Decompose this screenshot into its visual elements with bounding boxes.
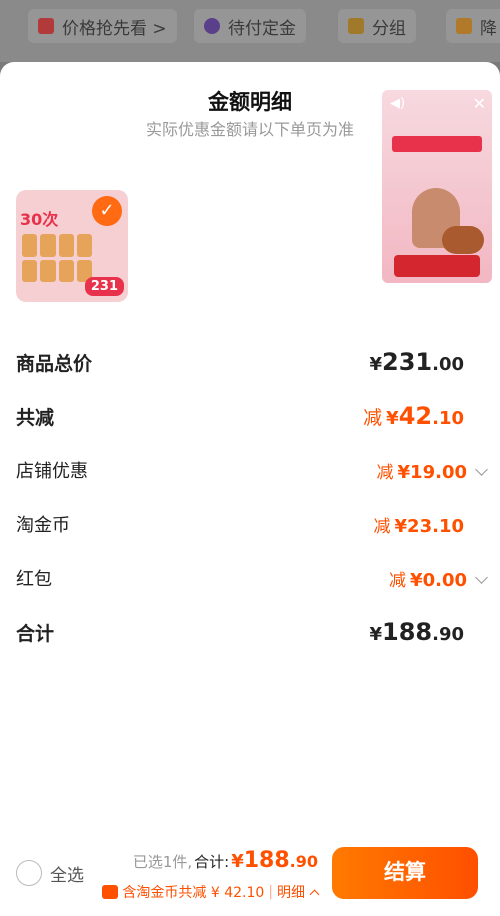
price-preview-chip[interactable]: 价格抢先看 > bbox=[28, 9, 177, 43]
shop-discount-label: 店铺优惠 bbox=[16, 461, 88, 482]
product-badge-number: 231 bbox=[84, 277, 124, 296]
total-price-value: ¥ 231 .00 bbox=[369, 348, 464, 376]
redpacket-label: 红包 bbox=[16, 569, 52, 590]
row-taojinbi: 淘金币 减 ¥ 23 .10 bbox=[16, 511, 464, 537]
chip-label: 价格抢先看 > bbox=[62, 18, 167, 39]
total-amount-int: 188 bbox=[243, 848, 290, 873]
detail-link[interactable]: 明细 bbox=[277, 882, 305, 902]
down-arrow-icon bbox=[456, 18, 472, 34]
row-total-discount: 共减 减 ¥ 42 .10 bbox=[16, 402, 464, 430]
product-image-grid bbox=[22, 234, 92, 282]
coin-icon bbox=[102, 885, 119, 899]
checkout-bar: 全选 已选1件, 合计: ¥ 188 .90 含淘金币共减 ¥ 42.10 | … bbox=[0, 838, 500, 916]
product-tag: 30次 bbox=[20, 210, 59, 229]
video-bottom-banner bbox=[394, 255, 480, 277]
selected-check-icon: ✓ bbox=[92, 196, 122, 226]
final-total-label: 合计 bbox=[16, 622, 55, 645]
total-price-label: 商品总价 bbox=[16, 352, 93, 375]
redpacket-value: 减 ¥ 0 .00 bbox=[389, 566, 488, 591]
selected-count: 已选1件, bbox=[132, 853, 193, 871]
speaker-icon[interactable]: ◀) bbox=[390, 96, 405, 111]
discount-detail-text: 含淘金币共减 ¥ 42.10 bbox=[122, 885, 265, 901]
top-tab-bar: 价格抢先看 > 待付定金 分组 降 bbox=[0, 0, 500, 62]
promo-video[interactable]: ◀) ✕ bbox=[382, 90, 492, 283]
separator: | bbox=[268, 884, 273, 900]
taojinbi-value: 减 ¥ 23 .10 bbox=[373, 515, 464, 537]
currency-symbol: ¥ bbox=[231, 851, 244, 872]
amount-detail-sheet: 金额明细 实际优惠金额请以下单页为准 30次 ✓ 231 ◀) ✕ 商品总价 ¥… bbox=[0, 62, 500, 916]
folder-icon bbox=[348, 18, 364, 34]
burger-image bbox=[442, 226, 484, 254]
ticket-icon bbox=[38, 18, 54, 34]
video-header-banner bbox=[392, 136, 482, 152]
shop-discount-value: 减 ¥ 19 .00 bbox=[377, 458, 488, 483]
discount-detail-toggle[interactable]: 含淘金币共减 ¥ 42.10 | 明细 bbox=[102, 882, 320, 902]
select-all-radio[interactable] bbox=[16, 860, 42, 886]
row-final-total: 合计 ¥ 188 .90 bbox=[16, 618, 464, 646]
product-thumbnail[interactable]: 30次 ✓ 231 bbox=[16, 190, 128, 302]
select-all-label[interactable]: 全选 bbox=[50, 861, 84, 886]
total-amount-dec: .90 bbox=[289, 852, 318, 871]
total-label: 合计: bbox=[194, 853, 230, 871]
chevron-up-icon bbox=[309, 889, 320, 899]
pending-deposit-chip[interactable]: 待付定金 bbox=[194, 9, 306, 43]
chip-label: 降 bbox=[480, 18, 497, 39]
row-total-price: 商品总价 ¥ 231 .00 bbox=[16, 348, 464, 376]
chevron-down-icon bbox=[475, 462, 488, 476]
group-chip[interactable]: 分组 bbox=[338, 9, 416, 43]
chip-label: 分组 bbox=[372, 18, 406, 39]
total-discount-value: 减 ¥ 42 .10 bbox=[363, 402, 464, 430]
close-icon[interactable]: ✕ bbox=[473, 94, 486, 113]
price-drop-chip[interactable]: 降 bbox=[446, 9, 500, 43]
row-redpacket[interactable]: 红包 减 ¥ 0 .00 bbox=[16, 565, 488, 591]
clock-icon bbox=[204, 18, 220, 34]
final-total-value: ¥ 188 .90 bbox=[369, 618, 464, 646]
summary-line: 已选1件, 合计: ¥ 188 .90 bbox=[133, 848, 318, 873]
row-shop-discount[interactable]: 店铺优惠 减 ¥ 19 .00 bbox=[16, 457, 488, 483]
chip-label: 待付定金 bbox=[228, 18, 296, 39]
settle-button[interactable]: 结算 bbox=[332, 847, 478, 899]
total-discount-label: 共减 bbox=[16, 406, 55, 429]
taojinbi-label: 淘金币 bbox=[16, 515, 70, 536]
chevron-down-icon bbox=[475, 570, 488, 584]
